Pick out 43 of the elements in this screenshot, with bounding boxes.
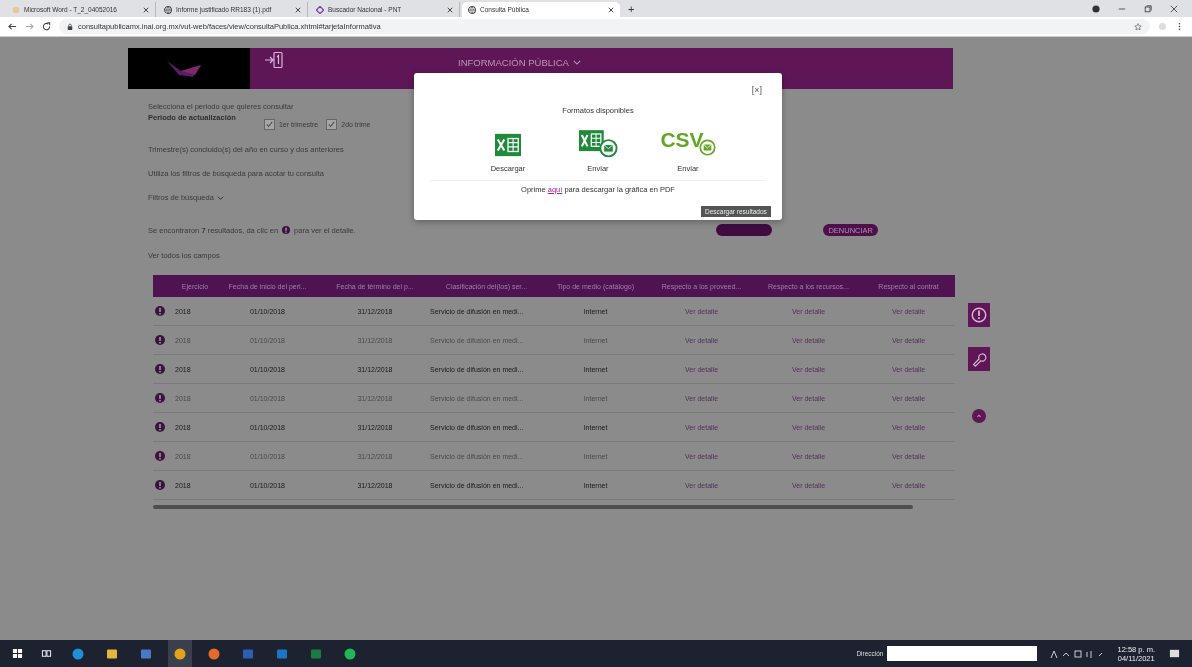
wrench-icon	[970, 350, 988, 368]
back-arrow-icon[interactable]	[8, 22, 17, 31]
info-icon[interactable]	[155, 451, 165, 461]
info-icon[interactable]	[155, 480, 165, 490]
close-button[interactable]: [×]	[751, 85, 762, 95]
diamond-icon	[316, 5, 324, 14]
globe-icon	[164, 5, 172, 14]
info-icon[interactable]	[155, 335, 165, 345]
taskbar-app-icon[interactable]	[168, 640, 192, 667]
chevron-down-icon[interactable]	[572, 60, 581, 65]
chevron-down-icon[interactable]	[216, 195, 224, 200]
spreadsheet-mail-icon[interactable]	[578, 129, 618, 158]
info-icon[interactable]	[155, 422, 165, 432]
new-tab-button[interactable]: +	[622, 2, 641, 15]
close-icon[interactable]	[1170, 4, 1178, 13]
login-icon[interactable]	[264, 51, 284, 69]
nav-menu[interactable]: INFORMACIÓN PÚBLICA	[458, 57, 569, 68]
info-icon	[282, 226, 291, 234]
scrollbar-thumb[interactable]	[153, 505, 913, 509]
lock-icon	[67, 22, 73, 31]
chevron-up-icon	[975, 412, 983, 420]
scroll-top-button[interactable]	[972, 409, 986, 423]
close-icon[interactable]	[447, 6, 453, 13]
close-icon[interactable]	[295, 6, 301, 13]
document-icon	[12, 5, 20, 14]
close-icon[interactable]	[143, 6, 149, 13]
globe-icon	[468, 5, 476, 14]
close-icon[interactable]	[608, 6, 614, 13]
quarter-checkbox[interactable]	[326, 119, 338, 130]
reload-icon[interactable]	[42, 22, 51, 31]
spreadsheet-icon[interactable]	[494, 132, 522, 158]
info-icon[interactable]	[155, 393, 165, 403]
quarter-checkbox[interactable]	[263, 119, 275, 130]
download-button[interactable]	[716, 224, 773, 236]
wrench-button[interactable]	[968, 347, 990, 371]
exclamation-icon	[970, 306, 988, 324]
star-icon[interactable]	[1134, 22, 1142, 31]
alert-button[interactable]	[968, 303, 990, 327]
restore-icon[interactable]	[1144, 4, 1152, 13]
profile-icon[interactable]	[1092, 4, 1100, 13]
address-input-field[interactable]	[887, 646, 1038, 661]
info-icon[interactable]	[155, 364, 165, 374]
info-icon[interactable]	[155, 306, 165, 316]
